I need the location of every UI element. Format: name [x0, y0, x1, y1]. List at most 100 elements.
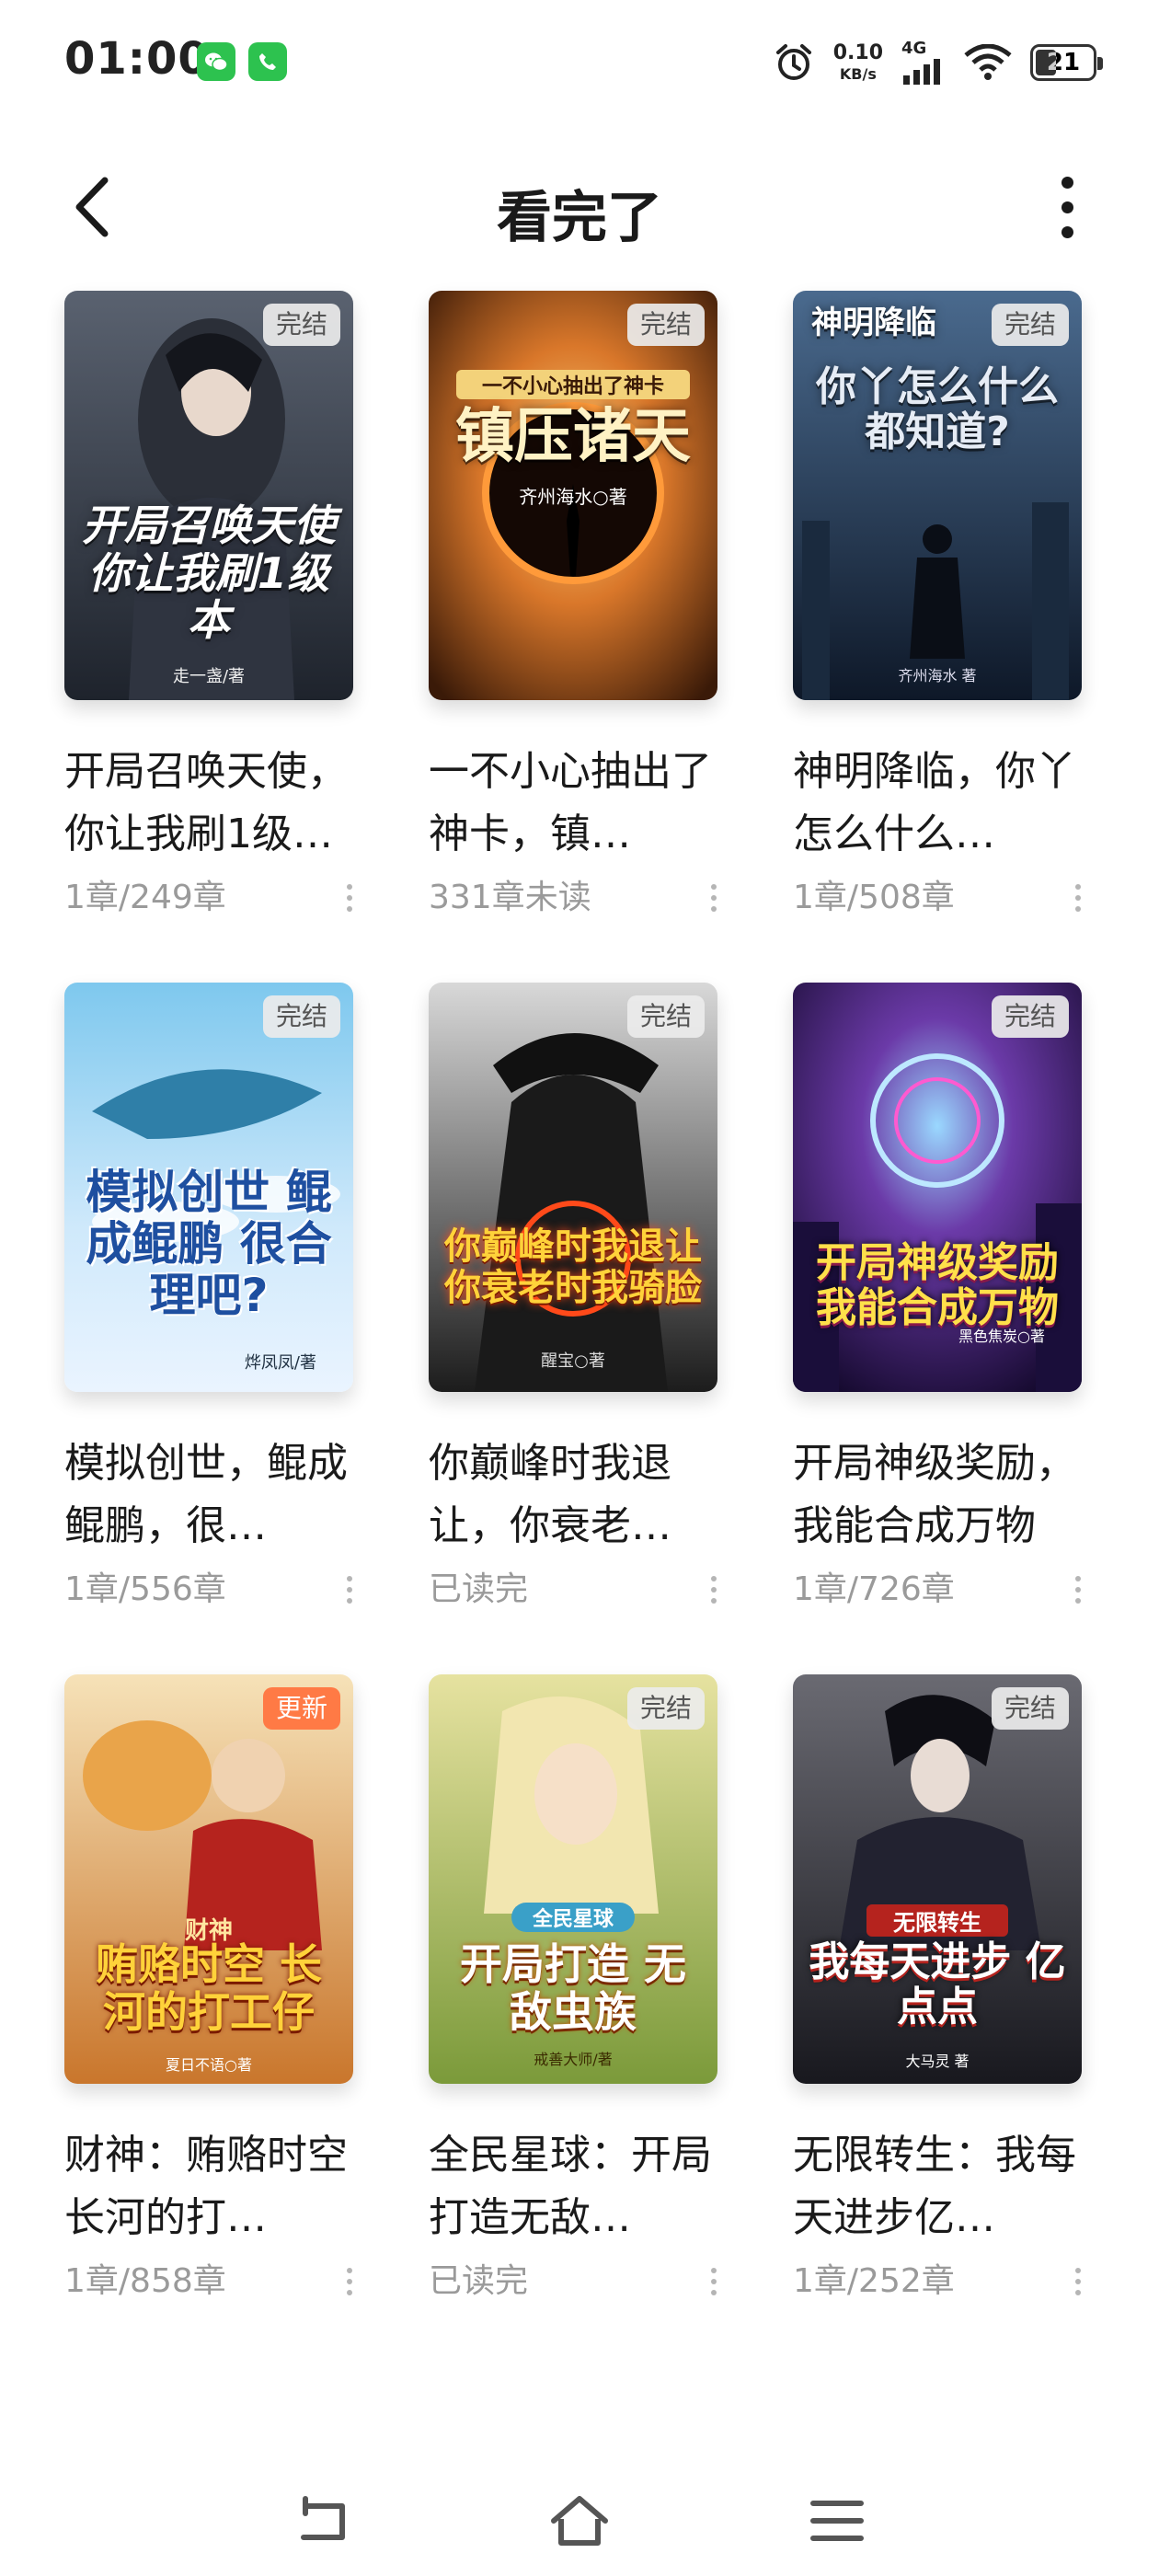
more-vertical-icon: [347, 1576, 352, 1581]
book-cover[interactable]: 开局召唤天使 你让我刷1级本 走一盏/著 完结: [64, 291, 353, 700]
cover-author: 走一盏/著: [172, 667, 246, 686]
nav-menu-button[interactable]: [800, 2484, 874, 2558]
book-cover[interactable]: 你巅峰时我退让 你衰老时我骑脸 醒宝○著 完结: [429, 983, 717, 1392]
book-item[interactable]: 模拟创世 鲲成鲲鹏 很合理吧? 烨凤凤/著 完结 模拟创世，鲲成鲲鹏，很… 1章…: [64, 983, 353, 1674]
book-grid: 开局召唤天使 你让我刷1级本 走一盏/著 完结 开局召唤天使，你让我刷1级… 1…: [64, 291, 1095, 2366]
cover-title: 模拟创世 鲲成鲲鹏 很合理吧?: [86, 1166, 332, 1322]
book-cover[interactable]: 一不小心抽出了神卡 镇压诸天 齐州海水○著 完结: [429, 291, 717, 700]
book-title[interactable]: 你巅峰时我退让，你衰老…: [429, 1432, 717, 1558]
reading-progress: 1章/858章: [64, 2262, 226, 2300]
status-badge: 完结: [626, 304, 705, 346]
book-title[interactable]: 无限转生：我每天进步亿…: [793, 2124, 1082, 2249]
book-meta: 1章/858章: [64, 2259, 353, 2305]
title-bar: 看完了: [0, 147, 1159, 267]
book-title[interactable]: 全民星球：开局打造无敌…: [429, 2124, 717, 2249]
reading-progress: 1章/508章: [793, 879, 955, 916]
book-cover[interactable]: 无限转生 我每天进步 亿点点 大马灵 著 完结: [793, 1674, 1082, 2084]
book-cover[interactable]: 全民星球 开局打造 无敌虫族 戒善大师/著 完结: [429, 1674, 717, 2084]
book-title[interactable]: 开局召唤天使，你让我刷1级…: [64, 741, 353, 866]
book-item[interactable]: 全民星球 开局打造 无敌虫族 戒善大师/著 完结 全民星球：开局打造无敌… 已读…: [429, 1674, 717, 2366]
cover-title: 开局神级奖励 我能合成万物: [816, 1239, 1059, 1332]
book-item[interactable]: 一不小心抽出了神卡 镇压诸天 齐州海水○著 完结 一不小心抽出了神卡，镇… 33…: [429, 291, 717, 983]
book-item[interactable]: 无限转生 我每天进步 亿点点 大马灵 著 完结 无限转生：我每天进步亿… 1章/…: [793, 1674, 1082, 2366]
status-badge: 完结: [262, 995, 340, 1038]
cover-title: 开局打造 无敌虫族: [459, 1939, 686, 2037]
nav-back-button[interactable]: [285, 2484, 359, 2558]
menu-icon: [810, 2501, 864, 2541]
book-item[interactable]: 你巅峰时我退让 你衰老时我骑脸 醒宝○著 完结 你巅峰时我退让，你衰老… 已读完: [429, 983, 717, 1674]
book-meta: 1章/508章: [793, 875, 1082, 921]
book-meta: 331章未读: [429, 875, 717, 921]
book-more-button[interactable]: [705, 1571, 723, 1608]
book-more-button[interactable]: [340, 880, 359, 916]
status-badge: 完结: [991, 1687, 1069, 1730]
cover-author: 醒宝○著: [541, 1351, 605, 1371]
cover-subtitle: 全民星球: [511, 1903, 635, 1932]
cover-author: 夏日不语○著: [166, 2056, 252, 2074]
cover-subtitle: 神明降临: [811, 305, 936, 341]
more-vertical-icon: [347, 884, 352, 890]
battery-level: 21: [1046, 49, 1081, 76]
book-meta: 1章/249章: [64, 875, 353, 921]
cover-author: 齐州海水○著: [519, 486, 627, 508]
more-vertical-icon: [711, 884, 717, 890]
book-item[interactable]: 财神 贿赂时空 长河的打工仔 夏日不语○著 更新 财神：贿赂时空长河的打… 1章…: [64, 1674, 353, 2366]
wechat-icon: [197, 42, 235, 81]
cover-title: 我每天进步 亿点点: [809, 1938, 1066, 2031]
book-more-button[interactable]: [340, 2263, 359, 2300]
more-options-button[interactable]: [1039, 170, 1095, 244]
reading-progress: 已读完: [429, 2262, 529, 2300]
book-more-button[interactable]: [340, 1571, 359, 1608]
bookshelf-screen: 01:00 0.10 KB/s 4G 21 看完了 开局召唤天使 你让我刷1级本…: [0, 0, 1159, 2576]
more-vertical-icon: [1061, 176, 1073, 189]
reading-progress: 1章/252章: [793, 2262, 955, 2300]
network-type: 4G: [901, 39, 927, 58]
status-badge: 完结: [991, 995, 1069, 1038]
reading-progress: 1章/556章: [64, 1570, 226, 1608]
cover-author: 大马灵 著: [905, 2053, 970, 2070]
book-item[interactable]: 开局召唤天使 你让我刷1级本 走一盏/著 完结 开局召唤天使，你让我刷1级… 1…: [64, 291, 353, 983]
book-more-button[interactable]: [1069, 2263, 1087, 2300]
wifi-icon: [964, 44, 1012, 80]
more-vertical-icon: [711, 1576, 717, 1581]
book-cover[interactable]: 财神 贿赂时空 长河的打工仔 夏日不语○著 更新: [64, 1674, 353, 2084]
status-badge: 完结: [991, 304, 1069, 346]
cover-author: 黑色焦炭○著: [958, 1328, 1045, 1345]
cover-author: 戒善大师/著: [534, 2051, 613, 2068]
back-icon: [301, 2496, 345, 2540]
reading-progress: 1章/726章: [793, 1570, 955, 1608]
book-meta: 1章/726章: [793, 1567, 1082, 1613]
cover-title: 你巅峰时我退让 你衰老时我骑脸: [444, 1225, 702, 1309]
status-time: 01:00: [64, 33, 210, 85]
book-title[interactable]: 一不小心抽出了神卡，镇…: [429, 741, 717, 866]
cover-subtitle: 无限转生: [866, 1904, 1008, 1937]
book-cover[interactable]: 开局神级奖励 我能合成万物 黑色焦炭○著 完结: [793, 983, 1082, 1392]
book-more-button[interactable]: [705, 2263, 723, 2300]
more-vertical-icon: [711, 2268, 717, 2273]
signal-group: 4G: [901, 40, 946, 85]
battery-icon: 21: [1030, 44, 1103, 81]
more-vertical-icon: [1075, 1576, 1081, 1581]
book-item[interactable]: 开局神级奖励 我能合成万物 黑色焦炭○著 完结 开局神级奖励，我能合成万物 1章…: [793, 983, 1082, 1674]
book-more-button[interactable]: [705, 880, 723, 916]
book-more-button[interactable]: [1069, 880, 1087, 916]
cover-author: 烨凤凤/著: [244, 1353, 316, 1373]
alarm-icon: [775, 44, 811, 80]
book-more-button[interactable]: [1069, 1571, 1087, 1608]
more-vertical-icon: [1075, 2268, 1081, 2273]
book-item[interactable]: 神明降临 你丫怎么什么都知道? 齐州海水 著 完结 神明降临，你丫怎么什么… 1…: [793, 291, 1082, 983]
nav-home-button[interactable]: [543, 2484, 616, 2558]
book-title[interactable]: 模拟创世，鲲成鲲鹏，很…: [64, 1432, 353, 1558]
book-title[interactable]: 神明降临，你丫怎么什么…: [793, 741, 1082, 866]
book-title[interactable]: 财神：贿赂时空长河的打…: [64, 2124, 353, 2249]
page-title: 看完了: [497, 186, 662, 250]
book-cover[interactable]: 神明降临 你丫怎么什么都知道? 齐州海水 著 完结: [793, 291, 1082, 700]
book-cover[interactable]: 模拟创世 鲲成鲲鹏 很合理吧? 烨凤凤/著 完结: [64, 983, 353, 1392]
more-vertical-icon: [1075, 884, 1081, 890]
cover-subtitle: 一不小心抽出了神卡: [456, 370, 690, 399]
book-meta: 1章/252章: [793, 2259, 1082, 2305]
net-speed-unit: KB/s: [839, 65, 877, 83]
system-nav-bar: [0, 2466, 1159, 2576]
book-title[interactable]: 开局神级奖励，我能合成万物: [793, 1432, 1082, 1558]
status-bar: 01:00 0.10 KB/s 4G 21: [0, 0, 1159, 129]
